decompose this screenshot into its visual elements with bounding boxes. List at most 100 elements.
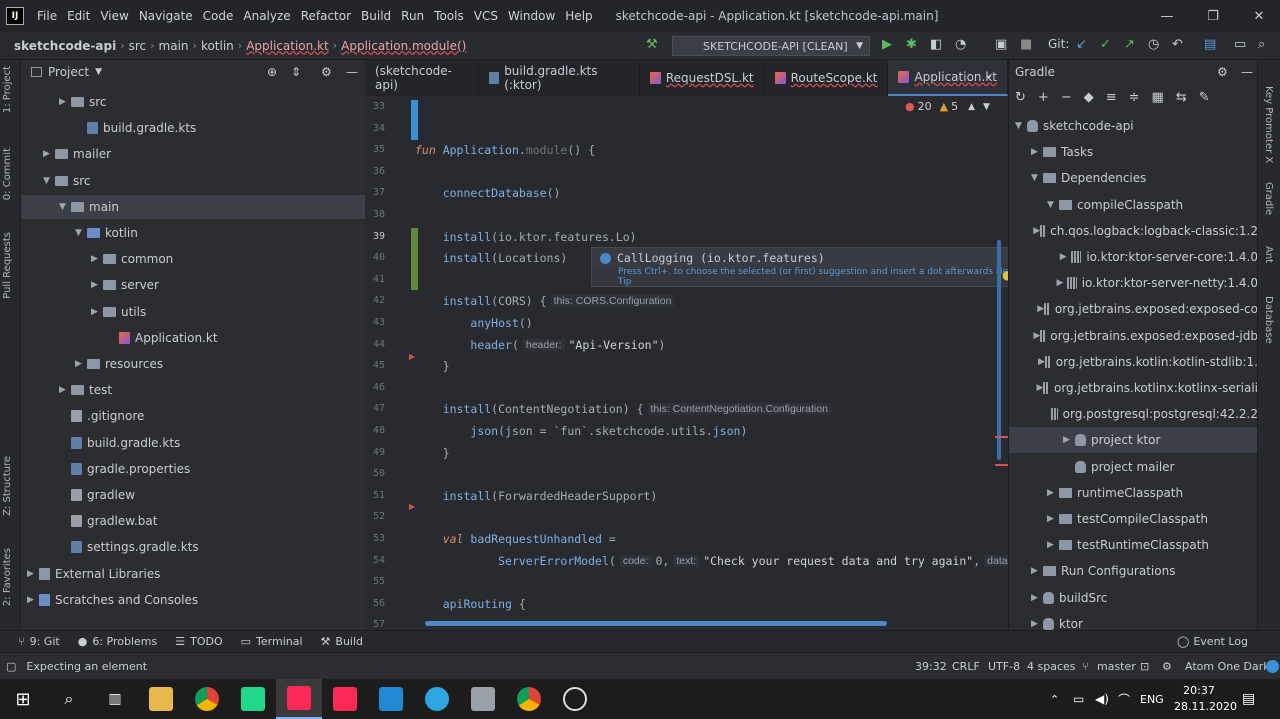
project-tree-item[interactable]: ▶ Scratches and Consoles	[21, 588, 198, 612]
chevron-icon[interactable]: ▶	[1047, 540, 1059, 550]
theme-name[interactable]: Atom One Dark	[1185, 660, 1270, 673]
history-icon[interactable]: ◷	[1148, 37, 1159, 52]
chevron-icon[interactable]: ▶	[1033, 331, 1040, 341]
indent-setting[interactable]: 4 spaces	[1027, 660, 1076, 673]
tab-pull-requests[interactable]: Pull Requests	[2, 232, 13, 299]
tab-structure[interactable]: Z: Structure	[2, 456, 13, 516]
debug-icon[interactable]: ✱	[906, 37, 917, 52]
tool-button-terminal[interactable]: ▭ Terminal	[241, 635, 303, 648]
add-icon[interactable]: +	[1038, 90, 1049, 105]
close-icon[interactable]: ✕	[1236, 0, 1280, 32]
gradle-tree-item[interactable]: ▶ runtimeClasspath	[1009, 480, 1258, 506]
hide-icon[interactable]: —	[346, 65, 358, 79]
gear-icon[interactable]: ⚙	[1162, 660, 1172, 673]
intellij-icon[interactable]	[276, 679, 322, 719]
chrome-icon[interactable]	[506, 679, 552, 719]
chevron-icon[interactable]: ▶	[59, 385, 71, 395]
chevron-icon[interactable]: ▼	[1047, 200, 1059, 210]
menu-item-run[interactable]: Run	[396, 9, 429, 23]
tab-commit[interactable]: 0: Commit	[2, 148, 13, 200]
gradle-tree-item[interactable]: ▶ testRuntimeClasspath	[1009, 532, 1258, 558]
tool-button-build[interactable]: ⚒ Build	[321, 635, 364, 648]
chevron-icon[interactable]: ▶	[1047, 514, 1059, 524]
project-tree-item[interactable]: gradlew.bat	[21, 509, 157, 533]
notifications-icon[interactable]: ▤	[1242, 691, 1255, 707]
chevron-icon[interactable]: ▶	[43, 149, 55, 159]
tab-key-promoter[interactable]: Key Promoter X	[1263, 86, 1274, 163]
project-tree-item[interactable]: gradlew	[21, 483, 135, 507]
gradle-tree-item[interactable]: ▶ Run Configurations	[1009, 558, 1258, 584]
tab-gradle[interactable]: Gradle	[1263, 182, 1274, 215]
tab-database[interactable]: Database	[1263, 296, 1274, 344]
project-tree-item[interactable]: ▶ resources	[21, 352, 163, 376]
menu-item-code[interactable]: Code	[198, 9, 239, 23]
menu-item-tools[interactable]: Tools	[429, 9, 469, 23]
photos-icon[interactable]	[460, 679, 506, 719]
volume-icon[interactable]: ◀)	[1095, 692, 1109, 706]
completion-tip[interactable]: Press Ctrl+. to choose the selected (or …	[592, 267, 1030, 287]
windows-start-icon[interactable]: ⊞	[0, 679, 46, 719]
project-tree-item[interactable]: ▼ kotlin	[21, 221, 138, 245]
locate-icon[interactable]: ⊕	[267, 65, 277, 79]
search-icon[interactable]: ⌕	[46, 679, 92, 719]
task-view-icon[interactable]: ▥	[92, 679, 138, 719]
build-project-icon[interactable]: ▣	[995, 37, 1007, 52]
git-commit-icon[interactable]: ✓	[1100, 37, 1111, 52]
menu-item-edit[interactable]: Edit	[62, 9, 95, 23]
network-icon[interactable]: ▭	[1073, 692, 1084, 706]
clock[interactable]: 20:37 28.11.2020	[1174, 683, 1237, 715]
tool-button-problems[interactable]: ● 6: Problems	[78, 635, 158, 648]
gear-icon[interactable]: ⚙	[321, 65, 332, 79]
remove-icon[interactable]: −	[1061, 90, 1072, 105]
telegram-icon[interactable]	[414, 679, 460, 719]
editor-tab[interactable]: build.gradle.kts (:ktor)	[479, 60, 640, 96]
chevron-icon[interactable]: ▼	[59, 202, 71, 212]
stop-icon[interactable]: ■	[1020, 37, 1032, 52]
collapse-all-icon[interactable]: ≑	[1129, 90, 1140, 105]
chevron-icon[interactable]: ▶	[27, 569, 39, 579]
menu-item-navigate[interactable]: Navigate	[134, 9, 198, 23]
menu-item-analyze[interactable]: Analyze	[238, 9, 295, 23]
chevron-icon[interactable]: ▶	[59, 97, 71, 107]
project-tree-item[interactable]: build.gradle.kts	[21, 431, 180, 455]
code-area[interactable]: fun Application. module() { connectDataba…	[415, 96, 1014, 630]
coverage-icon[interactable]: ◧	[930, 37, 942, 52]
project-tree-item[interactable]: Application.kt	[21, 326, 218, 350]
status-toggle-icon[interactable]: ▢	[6, 660, 16, 673]
caret-position[interactable]: 39:32	[915, 660, 947, 673]
menu-item-refactor[interactable]: Refactor	[296, 9, 356, 23]
breadcrumb-item[interactable]: Application.kt	[242, 39, 333, 53]
chevron-icon[interactable]: ▶	[1031, 566, 1043, 576]
line-separator[interactable]: CRLF	[952, 660, 980, 673]
chevron-icon[interactable]: ▼	[1031, 173, 1043, 183]
chevron-down-icon[interactable]: ▼	[95, 67, 102, 77]
hide-icon[interactable]: —	[1241, 65, 1253, 79]
wifi-icon[interactable]: ⌒	[1118, 691, 1130, 708]
editor-tab[interactable]: (sketchcode-api)	[365, 60, 479, 96]
project-panel-title[interactable]: Project	[48, 65, 89, 79]
project-tree-item[interactable]: ▶ mailer	[21, 142, 111, 166]
chevron-icon[interactable]: ▶	[1038, 357, 1045, 367]
github-icon[interactable]	[552, 679, 598, 719]
menu-item-window[interactable]: Window	[503, 9, 560, 23]
menu-item-view[interactable]: View	[95, 9, 133, 23]
offline-icon[interactable]: ⇆	[1176, 90, 1187, 105]
breadcrumb-item[interactable]: main	[155, 39, 193, 53]
tab-favorites[interactable]: 2: Favorites	[2, 548, 13, 606]
file-encoding[interactable]: UTF-8	[988, 660, 1020, 673]
gradle-tree-item[interactable]: ▶ org.jetbrains.exposed:exposed-jdb	[1009, 323, 1258, 349]
hammer-icon[interactable]: ⚒	[646, 37, 658, 52]
chevron-icon[interactable]: ▶	[91, 280, 103, 290]
file-explorer-icon[interactable]	[138, 679, 184, 719]
chevron-icon[interactable]: ▶	[1063, 435, 1075, 445]
maximize-icon[interactable]: ❐	[1190, 0, 1236, 32]
gradle-tree-item[interactable]: ▶ Tasks	[1009, 139, 1258, 165]
intellij-icon[interactable]	[322, 679, 368, 719]
gradle-tree-item[interactable]: ▶ org.jetbrains.exposed:exposed-co	[1009, 296, 1258, 322]
project-tree-item[interactable]: settings.gradle.kts	[21, 535, 199, 559]
group-icon[interactable]: ▦	[1152, 90, 1164, 105]
project-tree-item[interactable]: ▼ main	[21, 194, 365, 219]
breadcrumb-item[interactable]: kotlin	[197, 39, 238, 53]
rollback-icon[interactable]: ↶	[1172, 37, 1183, 52]
wrench-icon[interactable]: ✎	[1199, 90, 1210, 105]
